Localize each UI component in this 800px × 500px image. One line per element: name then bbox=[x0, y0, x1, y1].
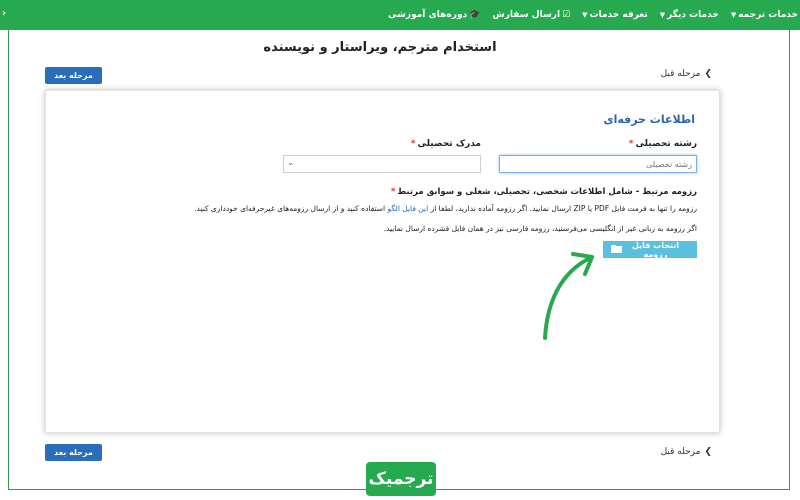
note-text: رزومه را تنها به فرمت فایل PDF یا ZIP ار… bbox=[428, 204, 697, 213]
nav-courses[interactable]: 🎓 دوره‌های آموزشی bbox=[388, 10, 480, 20]
label-text: مدرک تحصیلی bbox=[417, 139, 482, 149]
required-mark: * bbox=[628, 139, 634, 149]
note-text: استفاده کنید و از ارسال رزومه‌های غیرحرف… bbox=[194, 204, 388, 213]
graduation-cap-icon: 🎓 bbox=[469, 10, 481, 20]
nav-label: خدمات ترجمه bbox=[738, 10, 798, 20]
next-step-button-top[interactable]: مرحله بعد bbox=[45, 67, 102, 84]
nav-other-services[interactable]: خدمات دیگر ▼ bbox=[660, 10, 719, 20]
major-label: رشته تحصیلی* bbox=[629, 139, 697, 149]
top-navbar: خدمات ترجمه ▼ خدمات دیگر ▼ تعرفه خدمات ▼… bbox=[0, 0, 800, 30]
nav-pricing[interactable]: تعرفه خدمات ▼ bbox=[582, 10, 648, 20]
form-card: اطلاعات حرفه‌ای رشته تحصیلی* مدرک تحصیلی… bbox=[45, 90, 720, 433]
label-text: رشته تحصیلی bbox=[635, 139, 697, 149]
section-title: اطلاعات حرفه‌ای bbox=[603, 113, 695, 126]
chevron-right-icon: ❯ bbox=[704, 69, 712, 79]
nav-submit-order[interactable]: ☑ ارسال سفارش bbox=[492, 10, 570, 20]
label-text: رزومه مرتبط - شامل اطلاعات شخصی، تحصیلی،… bbox=[397, 187, 697, 197]
link-label: مرحله قبل bbox=[660, 69, 701, 79]
button-label: مرحله بعد bbox=[54, 448, 93, 457]
resume-label: رزومه مرتبط - شامل اطلاعات شخصی، تحصیلی،… bbox=[391, 187, 697, 197]
nav-label: خدمات دیگر bbox=[667, 10, 719, 20]
brand-logo: ترجمیک bbox=[366, 462, 436, 496]
required-mark: * bbox=[410, 139, 416, 149]
template-file-link[interactable]: این فایل الگو bbox=[388, 204, 429, 213]
folder-icon bbox=[611, 244, 622, 255]
resume-format-note: رزومه را تنها به فرمت فایل PDF یا ZIP ار… bbox=[194, 204, 697, 213]
link-label: مرحله قبل bbox=[660, 447, 701, 457]
caret-down-icon: ▼ bbox=[659, 11, 666, 19]
prev-step-link-bottom[interactable]: ❯ مرحله قبل bbox=[661, 447, 712, 457]
chevron-left-icon[interactable]: ‹ bbox=[2, 8, 6, 19]
degree-select[interactable]: ⌄ bbox=[283, 155, 481, 173]
nav-label: ارسال سفارش bbox=[492, 10, 561, 20]
required-mark: * bbox=[390, 187, 396, 197]
nav-label: دوره‌های آموزشی bbox=[387, 10, 468, 20]
button-label: مرحله بعد bbox=[54, 71, 93, 80]
next-step-button-bottom[interactable]: مرحله بعد bbox=[45, 444, 102, 461]
resume-language-note: اگر رزومه به زبانی غیر از انگلیسی می‌فرس… bbox=[383, 224, 697, 233]
major-input[interactable] bbox=[499, 155, 697, 173]
checkbox-icon: ☑ bbox=[562, 10, 571, 20]
degree-label: مدرک تحصیلی* bbox=[411, 139, 481, 149]
nav-label: تعرفه خدمات bbox=[589, 10, 648, 20]
chevron-right-icon: ❯ bbox=[704, 447, 712, 457]
prev-step-link-top[interactable]: ❯ مرحله قبل bbox=[661, 69, 712, 79]
caret-down-icon: ▼ bbox=[582, 11, 588, 19]
annotation-arrow-icon bbox=[543, 252, 594, 340]
nav-translation-services[interactable]: خدمات ترجمه ▼ bbox=[731, 10, 798, 20]
chevron-down-icon: ⌄ bbox=[287, 158, 294, 167]
choose-resume-file-button[interactable]: انتخاب فایل رزومه bbox=[603, 240, 697, 259]
button-label: انتخاب فایل رزومه bbox=[632, 240, 679, 259]
page-title: استخدام مترجم، ویراستار و نویسنده bbox=[263, 40, 497, 55]
caret-down-icon: ▼ bbox=[730, 11, 737, 19]
